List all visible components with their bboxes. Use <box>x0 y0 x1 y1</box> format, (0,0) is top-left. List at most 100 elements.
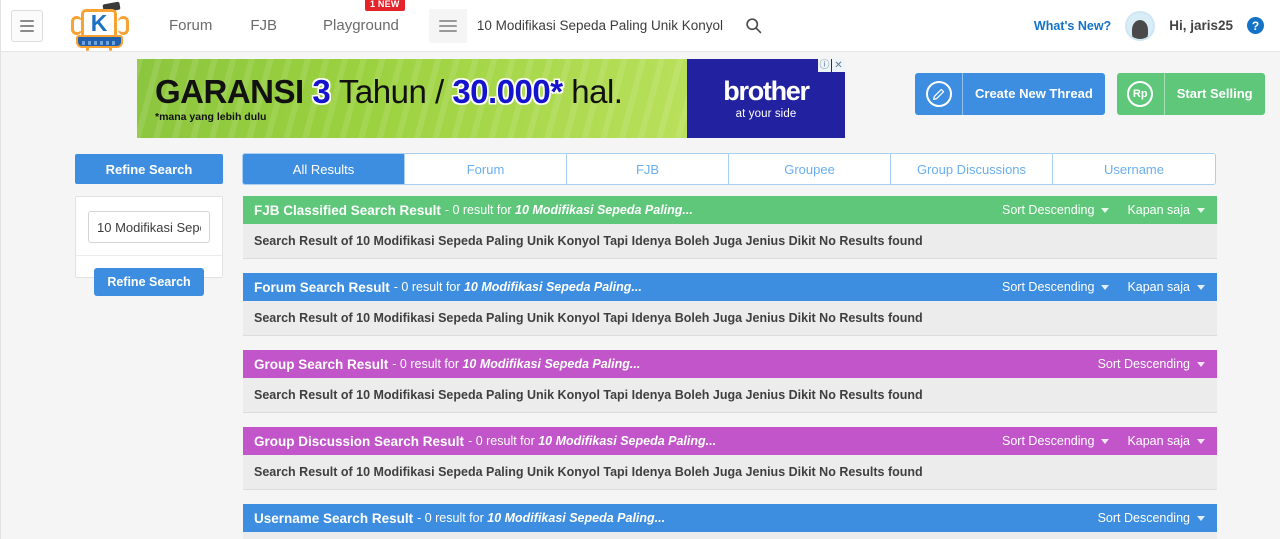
search-bar <box>428 8 773 43</box>
result-meta: - 0 result for 10 Modifikasi Sepeda Pali… <box>392 357 640 371</box>
main-menu-button[interactable] <box>11 9 43 42</box>
sort-dropdown-label: Sort Descending <box>1002 434 1095 448</box>
logo-arm-right <box>118 15 129 35</box>
search-icon <box>746 18 762 34</box>
refine-search-panel: Refine Search <box>75 196 223 296</box>
result-body: Search Result of 10 Modifikasi Sepeda Pa… <box>243 378 1217 413</box>
ad-subtext: *mana yang lebih dulu <box>155 110 267 123</box>
result-meta: - 0 result for 10 Modifikasi Sepeda Pali… <box>394 280 642 294</box>
create-new-thread-button[interactable]: Create New Thread <box>915 73 1105 115</box>
tab-forum[interactable]: Forum <box>405 154 567 184</box>
search-results-list: FJB Classified Search Result - 0 result … <box>243 196 1217 539</box>
page-content: GARANSI 3 Tahun / 30.000* hal. *mana yan… <box>1 52 1280 539</box>
whats-new-link[interactable]: What's New? <box>1034 19 1111 33</box>
tab-groupee[interactable]: Groupee <box>729 154 891 184</box>
sort-dropdown-label: Sort Descending <box>1002 280 1095 294</box>
tab-fjb[interactable]: FJB <box>567 154 729 184</box>
result-header-controls: Sort Descending <box>1098 511 1205 525</box>
sort-dropdown-label: Sort Descending <box>1002 203 1095 217</box>
ad-brand-tagline: at your side <box>735 107 797 120</box>
info-icon[interactable]: ⓘ <box>818 59 831 72</box>
time-filter-dropdown[interactable]: Kapan saja <box>1127 434 1205 448</box>
time-filter-dropdown[interactable]: Kapan saja <box>1127 203 1205 217</box>
top-bar-right-group: What's New? Hi, jaris25 ? <box>1034 10 1280 41</box>
advertisement-banner[interactable]: GARANSI 3 Tahun / 30.000* hal. *mana yan… <box>137 59 845 138</box>
action-buttons-group: Create New Thread Rp Start Selling <box>915 73 1265 115</box>
search-category-menu-button[interactable] <box>428 8 467 43</box>
tab-username[interactable]: Username <box>1053 154 1215 184</box>
sort-dropdown[interactable]: Sort Descending <box>1002 203 1110 217</box>
result-header: Username Search Result - 0 result for 10… <box>243 504 1217 532</box>
result-meta-prefix: - 0 result for <box>468 434 535 448</box>
sort-dropdown[interactable]: Sort Descending <box>1002 434 1110 448</box>
nav-link-playground-label: Playground <box>323 17 399 34</box>
result-meta-prefix: - 0 result for <box>417 511 484 525</box>
time-filter-dropdown[interactable]: Kapan saja <box>1127 280 1205 294</box>
result-header-controls: Sort Descending <box>1098 357 1205 371</box>
result-title: Username Search Result <box>254 510 414 526</box>
chevron-down-icon <box>1101 284 1110 290</box>
user-greeting[interactable]: Hi, jaris25 <box>1169 18 1233 33</box>
result-query: 10 Modifikasi Sepeda Paling... <box>487 511 666 525</box>
start-selling-icon-wrap: Rp <box>1117 73 1165 115</box>
ad-controls: ⓘ ✕ <box>818 59 845 72</box>
nav-link-fjb[interactable]: FJB <box>250 17 277 34</box>
chevron-down-icon <box>1197 284 1205 290</box>
logo-letter: K <box>90 10 108 36</box>
start-selling-button[interactable]: Rp Start Selling <box>1116 73 1265 115</box>
logo-base <box>76 34 123 48</box>
pencil-icon <box>925 81 952 107</box>
avatar[interactable] <box>1125 10 1156 41</box>
ad-and-actions-row: GARANSI 3 Tahun / 30.000* hal. *mana yan… <box>1 52 1280 138</box>
sort-dropdown-label: Sort Descending <box>1097 357 1190 371</box>
kaskus-logo[interactable]: K <box>69 1 131 51</box>
search-submit-button[interactable] <box>734 8 773 43</box>
refine-search-button[interactable]: Refine Search <box>94 268 204 296</box>
result-body: Search Result of 10 Modifikasi Sepeda Pa… <box>243 301 1217 336</box>
nav-link-playground[interactable]: Playground 1 NEW <box>323 0 405 34</box>
logo-leg-right <box>109 45 112 51</box>
result-block-group-discussion: Group Discussion Search Result - 0 resul… <box>243 427 1217 490</box>
result-body: Search Result of 10 Modifikasi Sepeda Pa… <box>243 532 1217 539</box>
sort-dropdown[interactable]: Sort Descending <box>1098 357 1205 371</box>
result-block-forum: Forum Search Result - 0 result for 10 Mo… <box>243 273 1217 336</box>
result-meta: - 0 result for 10 Modifikasi Sepeda Pali… <box>468 434 716 448</box>
nav-link-forum[interactable]: Forum <box>169 17 212 34</box>
ad-headline-suffix: hal. <box>571 72 623 110</box>
chevron-down-icon <box>1197 361 1205 367</box>
divider <box>76 255 222 256</box>
page-root: K Forum FJB Playground 1 NEW 10 Modifika… <box>0 0 1280 539</box>
main-columns: Refine Search FJB Classified Search Resu… <box>1 196 1280 539</box>
result-block-username: Username Search Result - 0 result for 10… <box>243 504 1217 539</box>
refine-search-input[interactable] <box>88 211 210 243</box>
ad-text-group: GARANSI 3 Tahun / 30.000* hal. *mana yan… <box>155 72 623 123</box>
result-title: Forum Search Result <box>254 279 390 295</box>
time-filter-label: Kapan saja <box>1127 203 1190 217</box>
time-filter-label: Kapan saja <box>1127 280 1190 294</box>
hamburger-icon <box>20 19 34 32</box>
ad-headline-prefix: GARANSI <box>155 72 304 110</box>
chevron-down-icon <box>1197 438 1205 444</box>
start-selling-label: Start Selling <box>1176 85 1253 101</box>
result-header: Group Search Result - 0 result for 10 Mo… <box>243 350 1217 378</box>
top-navigation-bar: K Forum FJB Playground 1 NEW 10 Modifika… <box>1 0 1280 52</box>
result-meta-prefix: - 0 result for <box>392 357 459 371</box>
result-query: 10 Modifikasi Sepeda Paling... <box>538 434 717 448</box>
tab-group-discussions[interactable]: Group Discussions <box>891 154 1053 184</box>
refine-search-tab[interactable]: Refine Search <box>75 154 223 184</box>
sort-dropdown[interactable]: Sort Descending <box>1098 511 1205 525</box>
time-filter-label: Kapan saja <box>1127 434 1190 448</box>
result-query: 10 Modifikasi Sepeda Paling... <box>463 280 642 294</box>
result-header-controls: Sort Descending Kapan saja <box>1002 434 1205 448</box>
search-input[interactable] <box>476 18 727 33</box>
help-icon[interactable]: ? <box>1247 17 1264 34</box>
search-scope-tabs: All Results Forum FJB Groupee Group Disc… <box>243 154 1215 184</box>
sort-dropdown[interactable]: Sort Descending <box>1002 280 1110 294</box>
chevron-down-icon <box>1197 207 1205 213</box>
close-icon[interactable]: ✕ <box>832 59 845 72</box>
chevron-down-icon <box>1197 515 1205 521</box>
tab-all-results[interactable]: All Results <box>243 154 405 184</box>
result-query: 10 Modifikasi Sepeda Paling... <box>462 357 641 371</box>
result-meta-prefix: - 0 result for <box>444 203 512 217</box>
ad-brand-name: brother <box>723 75 810 106</box>
